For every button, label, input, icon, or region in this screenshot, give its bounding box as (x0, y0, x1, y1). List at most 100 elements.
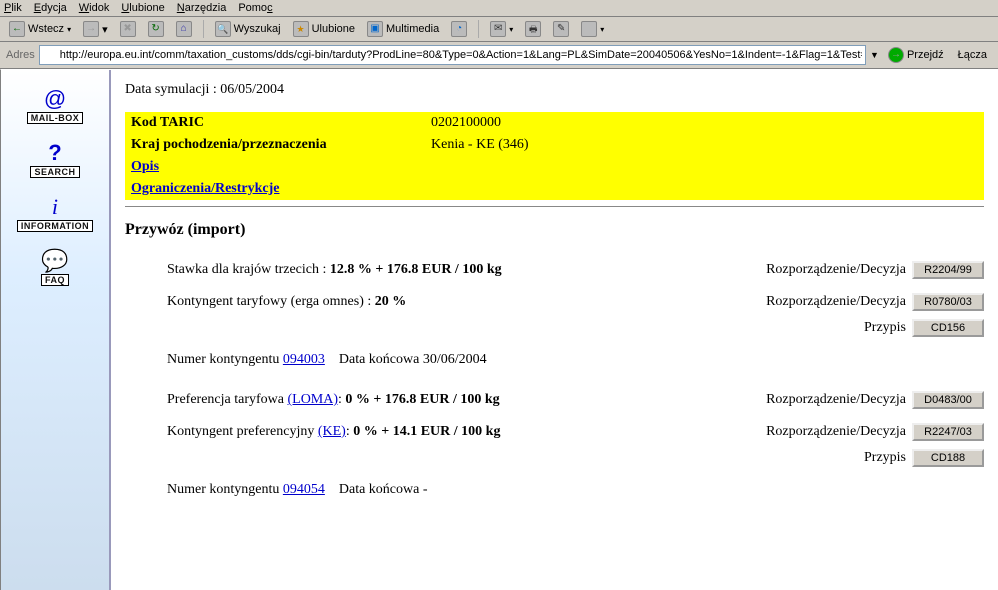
go-label: Przejdź (907, 49, 944, 61)
footnote-button-cd188[interactable]: CD188 (912, 449, 984, 467)
description-link[interactable]: Opis (131, 159, 159, 174)
row-tariff-quota-footnote: Przypis CD156 (167, 319, 984, 337)
links-button[interactable]: Łącza (953, 47, 992, 63)
reload-icon (148, 21, 164, 37)
mail-icon (490, 21, 506, 37)
history-button[interactable] (448, 20, 470, 38)
r2-rate: 20 % (375, 294, 407, 309)
forward-icon (83, 21, 99, 37)
import-rows: Stawka dla krajów trzecich : 12.8 % + 17… (125, 257, 984, 503)
print-button[interactable] (522, 20, 544, 38)
row-third-country-rate: Stawka dla krajów trzecich : 12.8 % + 17… (167, 257, 984, 283)
go-button[interactable]: Przejdź (883, 45, 949, 65)
media-button[interactable]: Multimedia (364, 20, 442, 38)
quota-link-094054[interactable]: 094054 (283, 482, 325, 497)
menu-tools[interactable]: Narzędzia (177, 2, 227, 14)
media-label: Multimedia (386, 23, 439, 35)
search-button[interactable]: Wyszukaj (212, 20, 284, 38)
left-nav: @ MAIL-BOX ? SEARCH i INFORMATION 💬 FAQ (1, 70, 111, 590)
loma-link[interactable]: (LOMA) (287, 392, 338, 407)
origin-label: Kraj pochodzenia/przeznaczenia (125, 134, 425, 156)
discuss-icon (581, 21, 597, 37)
mailbox-icon: @ (27, 88, 84, 110)
r3-enddate: Data końcowa 30/06/2004 (325, 352, 487, 367)
question-icon: ? (30, 142, 79, 164)
nav-information[interactable]: i INFORMATION (17, 196, 93, 232)
reload-button[interactable] (145, 20, 167, 38)
regulation-button-d0483-00[interactable]: D0483/00 (912, 391, 984, 409)
regulation-button-r0780-03[interactable]: R0780/03 (912, 293, 984, 311)
r2-prefix: Kontyngent taryfowy (erga omnes) : (167, 294, 375, 309)
row-tariff-quota: Kontyngent taryfowy (erga omnes) : 20 % … (167, 289, 984, 315)
row-preferential-quota: Kontyngent preferencyjny (KE): 0 % + 14.… (167, 419, 984, 445)
taric-value: 0202100000 (425, 112, 984, 134)
regulation-label: Rozporządzenie/Decyzja (766, 294, 906, 310)
menu-edit[interactable]: Edycja (34, 2, 67, 14)
address-label: Adres (6, 49, 35, 61)
divider (125, 206, 984, 207)
back-icon (9, 21, 25, 37)
favorites-label: Ulubione (312, 23, 355, 35)
nav-faq-label: FAQ (41, 274, 69, 286)
regulation-button-r2247-03[interactable]: R2247/03 (912, 423, 984, 441)
r6-prefix: Numer kontyngentu (167, 482, 283, 497)
regulation-label: Rozporządzenie/Decyzja (766, 262, 906, 278)
regulation-label: Rozporządzenie/Decyzja (766, 392, 906, 408)
r1-prefix: Stawka dla krajów trzecich : (167, 262, 330, 277)
origin-value: Kenia - KE (346) (425, 134, 984, 156)
address-input[interactable] (39, 45, 866, 65)
menu-favorites[interactable]: Ulubione (121, 2, 164, 14)
address-dropdown[interactable]: ▼ (870, 50, 879, 60)
ke-link[interactable]: (KE) (318, 424, 346, 439)
r1-rate: 12.8 % + 176.8 EUR / 100 kg (330, 262, 502, 277)
nav-search[interactable]: ? SEARCH (30, 142, 79, 178)
separator (478, 20, 479, 38)
star-icon (293, 21, 309, 37)
search-label: Wyszukaj (234, 23, 281, 35)
print-icon (525, 21, 541, 37)
info-icon: i (17, 196, 93, 218)
row-quota-number-1: Numer kontyngentu 094003 Data końcowa 30… (167, 347, 984, 373)
footnote-label: Przypis (864, 320, 906, 336)
search-icon (215, 21, 231, 37)
favorites-button[interactable]: Ulubione (290, 20, 358, 38)
quota-link-094003[interactable]: 094003 (283, 352, 325, 367)
header-yellow-box: Kod TARIC 0202100000 Kraj pochodzenia/pr… (125, 112, 984, 200)
nav-search-label: SEARCH (30, 166, 79, 178)
r5-prefix: Kontyngent preferencyjny (167, 424, 318, 439)
regulation-button-r2204-99[interactable]: R2204/99 (912, 261, 984, 279)
edit-icon (553, 21, 569, 37)
go-icon (888, 47, 904, 63)
nav-mailbox[interactable]: @ MAIL-BOX (27, 88, 84, 124)
r4-prefix: Preferencja taryfowa (167, 392, 287, 407)
home-button[interactable] (173, 20, 195, 38)
regulation-label: Rozporządzenie/Decyzja (766, 424, 906, 440)
nav-information-label: INFORMATION (17, 220, 93, 232)
menu-file[interactable]: Plik (4, 2, 22, 14)
simulation-date-label: Data symulacji : (125, 82, 217, 97)
row-preferential-quota-footnote: Przypis CD188 (167, 449, 984, 467)
separator (203, 20, 204, 38)
stop-button[interactable] (117, 20, 139, 38)
simulation-date-value: 06/05/2004 (220, 82, 284, 97)
row-tariff-preference: Preferencja taryfowa (LOMA): 0 % + 176.8… (167, 387, 984, 413)
footnote-label: Przypis (864, 450, 906, 466)
taric-label: Kod TARIC (125, 112, 425, 134)
mail-button[interactable] (487, 20, 516, 38)
back-button[interactable]: Wstecz (6, 20, 74, 38)
forward-button[interactable]: ▾ (80, 20, 111, 38)
simulation-date-line: Data symulacji : 06/05/2004 (125, 82, 984, 98)
import-heading: Przywóz (import) (125, 221, 984, 239)
discuss-button[interactable] (578, 20, 607, 38)
r3-prefix: Numer kontyngentu (167, 352, 283, 367)
edit-button[interactable] (550, 20, 572, 38)
address-bar: Adres ▼ Przejdź Łącza (0, 42, 998, 69)
nav-faq[interactable]: 💬 FAQ (41, 250, 69, 286)
footnote-button-cd156[interactable]: CD156 (912, 319, 984, 337)
main-content: Data symulacji : 06/05/2004 Kod TARIC 02… (111, 70, 998, 590)
menu-view[interactable]: Widok (79, 2, 110, 14)
stop-icon (120, 21, 136, 37)
restrictions-link[interactable]: Ograniczenia/Restrykcje (131, 181, 280, 196)
home-icon (176, 21, 192, 37)
menu-help[interactable]: Pomoc (238, 2, 272, 14)
